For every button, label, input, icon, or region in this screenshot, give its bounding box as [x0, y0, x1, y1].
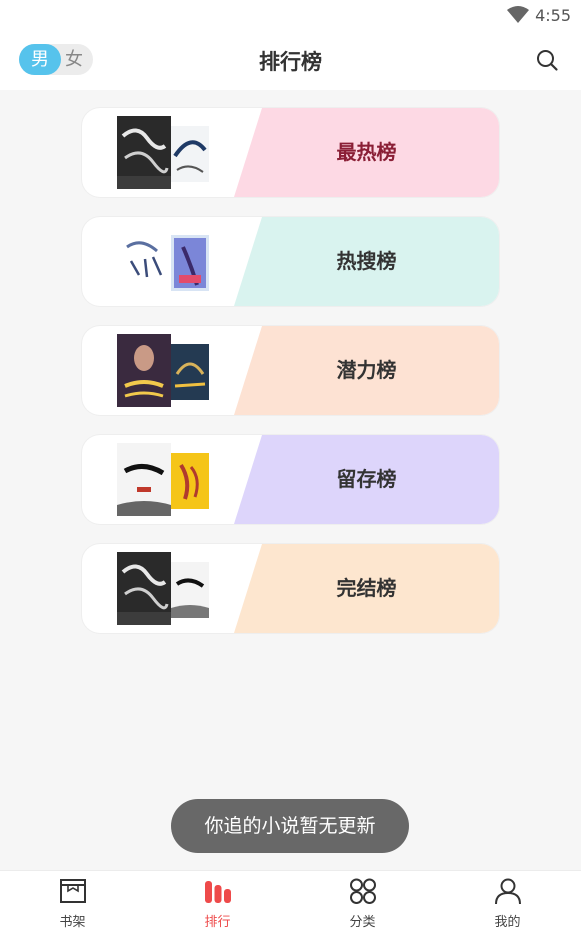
- book-cover-image: [117, 334, 171, 407]
- nav-label: 分类: [349, 915, 376, 930]
- page-title: 排行榜: [259, 50, 322, 74]
- book-cover-image: [171, 562, 209, 618]
- nav-label: 排行: [204, 915, 231, 930]
- book-cover-image: [171, 235, 209, 291]
- toast-message: 你追的小说暂无更新: [171, 799, 409, 853]
- rank-label: 完结榜: [336, 576, 397, 600]
- book-cover-image: [171, 126, 209, 182]
- search-icon[interactable]: [535, 48, 559, 72]
- rank-card-retention[interactable]: 留存榜: [82, 435, 499, 524]
- rank-card-hot-search[interactable]: 热搜榜: [82, 217, 499, 306]
- rank-label: 最热榜: [336, 140, 397, 164]
- clock: 4:55: [535, 6, 571, 25]
- nav-item-category[interactable]: 分类: [290, 871, 435, 930]
- bookshelf-icon: [60, 879, 86, 903]
- book-cover-image: [117, 552, 171, 625]
- rank-label: 潜力榜: [336, 358, 397, 382]
- wifi-icon: [507, 6, 529, 23]
- book-cover-image: [171, 453, 209, 509]
- status-bar: 4:55: [0, 0, 581, 32]
- book-cover-image: [117, 225, 171, 298]
- rank-card-hottest[interactable]: 最热榜: [82, 108, 499, 197]
- rank-label: 留存榜: [336, 467, 397, 491]
- nav-item-bookshelf[interactable]: 书架: [0, 871, 145, 930]
- ranking-icon: [205, 881, 231, 903]
- rank-card-completed[interactable]: 完结榜: [82, 544, 499, 633]
- nav-label: 书架: [59, 915, 86, 930]
- rank-label: 热搜榜: [336, 249, 397, 273]
- profile-icon: [495, 878, 521, 905]
- category-icon: [350, 878, 376, 904]
- nav-item-profile[interactable]: 我的: [435, 871, 580, 930]
- book-cover-image: [117, 443, 171, 516]
- nav-label: 我的: [494, 915, 521, 930]
- rank-card-potential[interactable]: 潜力榜: [82, 326, 499, 415]
- book-cover-image: [117, 116, 171, 189]
- nav-item-ranking[interactable]: 排行: [145, 871, 290, 930]
- bottom-nav: 书架 排行 分类 我的: [0, 870, 581, 930]
- app-header: 女 男 排行榜: [0, 32, 581, 90]
- book-cover-image: [171, 344, 209, 400]
